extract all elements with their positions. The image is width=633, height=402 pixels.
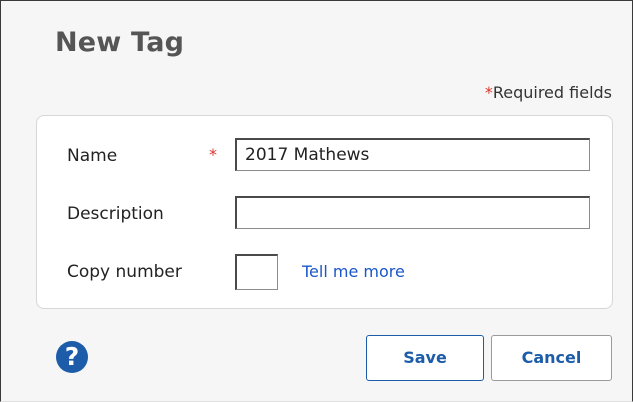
name-field[interactable] xyxy=(235,138,590,171)
copy-number-field[interactable] xyxy=(235,254,278,290)
dialog-title: New Tag xyxy=(55,27,185,58)
new-tag-dialog: New Tag *Required fields Name * Descript… xyxy=(0,0,633,402)
form-panel: Name * Description Copy number Tell me m… xyxy=(36,115,613,309)
required-fields-note: *Required fields xyxy=(485,83,612,102)
required-note-text: Required fields xyxy=(492,83,612,102)
description-label: Description xyxy=(67,204,164,224)
description-field[interactable] xyxy=(235,196,590,229)
name-label: Name xyxy=(67,146,118,166)
cancel-button[interactable]: Cancel xyxy=(491,335,612,381)
save-button[interactable]: Save xyxy=(366,335,484,381)
required-note-star: * xyxy=(484,83,493,102)
name-required-star: * xyxy=(209,145,217,164)
copy-number-label: Copy number xyxy=(67,262,182,282)
tell-me-more-link[interactable]: Tell me more xyxy=(302,262,405,281)
question-mark-circle-icon[interactable]: ? xyxy=(56,341,88,373)
